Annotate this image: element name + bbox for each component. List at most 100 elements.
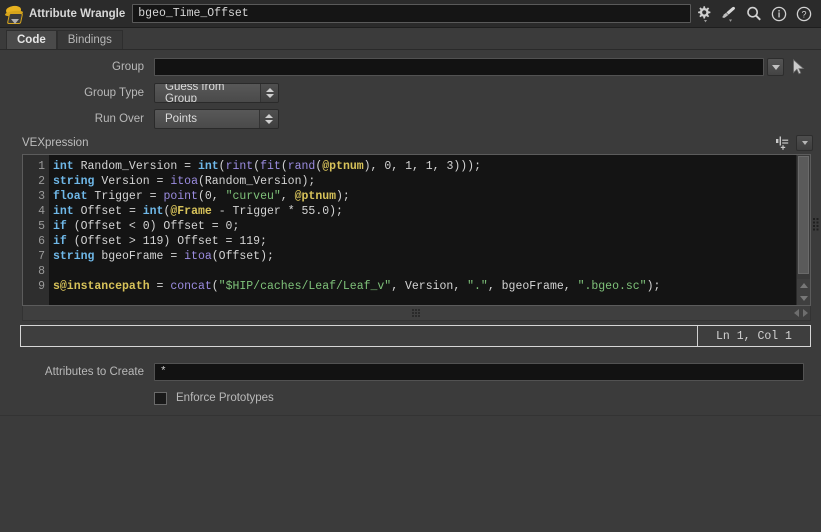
status-message [21, 326, 697, 346]
code-token: int [142, 205, 164, 218]
wrangle-node-icon [4, 4, 25, 24]
scroll-left-arrow-icon[interactable] [794, 309, 799, 317]
code-token: = [184, 160, 198, 173]
code-token: = [149, 280, 171, 293]
code-token: rint [225, 160, 254, 173]
group-row: Group [0, 56, 821, 78]
tab-bindings[interactable]: Bindings [56, 30, 123, 49]
enforce-prototypes-checkbox[interactable] [154, 391, 167, 405]
help-icon[interactable]: ? [795, 5, 813, 23]
line-number: 9 [38, 280, 45, 293]
code-line[interactable]: string Version = itoa(Random_Version); [53, 174, 796, 189]
gear-icon[interactable] [695, 5, 713, 23]
code-token: ( [211, 280, 219, 293]
attributes-to-create-label: Attributes to Create [44, 366, 144, 378]
code-token: Offset [73, 205, 129, 218]
group-label: Group [112, 61, 144, 73]
code-line[interactable]: s@instancepath = concat("$HIP/caches/Lea… [53, 279, 796, 294]
chevron-down-icon [801, 141, 808, 145]
line-number: 7 [38, 250, 45, 263]
line-number: 5 [38, 220, 45, 233]
run-over-label: Run Over [94, 113, 144, 125]
titlebar-icon-group: ? [695, 5, 821, 23]
run-over-stepper-icon[interactable] [259, 110, 278, 128]
vexpression-editor[interactable]: 123456789 int Random_Version = int(rint(… [22, 154, 819, 306]
line-number: 2 [38, 175, 45, 188]
code-token: (Offset); [211, 250, 274, 263]
paintbrush-icon[interactable] [720, 5, 738, 23]
group-input[interactable] [154, 58, 764, 76]
editor-line-numbers: 1 2 3 4 5 6 7 8 9 [23, 155, 49, 305]
code-token: "." [467, 280, 488, 293]
code-token: rand [287, 160, 316, 173]
code-token: int [53, 160, 74, 173]
code-token: string [53, 250, 95, 263]
scroll-right-arrow-icon[interactable] [803, 309, 808, 317]
code-token: if [53, 220, 67, 233]
line-number: 8 [38, 265, 45, 278]
group-type-stepper-icon[interactable] [260, 84, 278, 102]
code-token: itoa [170, 175, 198, 188]
vexpression-label: VEXpression [22, 137, 89, 149]
code-line[interactable] [53, 264, 796, 279]
scroll-up-arrow-icon[interactable] [797, 279, 810, 292]
attributes-to-create-input[interactable]: * [154, 363, 804, 381]
code-token: concat [170, 280, 212, 293]
code-token: = [149, 190, 164, 203]
editor-statusbar: Ln 1, Col 1 [20, 325, 811, 347]
editor-code-area[interactable]: int Random_Version = int(rint(fit(rand(@… [49, 155, 796, 305]
panel-resize-grip[interactable] [813, 215, 821, 233]
code-token: fit [260, 160, 281, 173]
cursor-position-indicator: Ln 1, Col 1 [697, 326, 810, 346]
code-line[interactable]: float Trigger = point(0, "curveu", @ptnu… [53, 189, 796, 204]
code-token: ), 0, 1, 1, 3))); [363, 160, 481, 173]
code-token: - Trigger * 55.0); [211, 205, 343, 218]
code-token: @Frame [170, 205, 212, 218]
code-token: bgeoFrame [94, 250, 171, 263]
editor-vertical-scrollbar[interactable] [796, 155, 810, 305]
node-name-input[interactable]: bgeo_Time_Offset [132, 4, 691, 23]
parameter-panel: Group Group Type Guess from Group Run Ov… [0, 50, 821, 130]
enforce-prototypes-label: Enforce Prototypes [176, 392, 274, 404]
code-token: int [53, 205, 74, 218]
line-number: 4 [38, 205, 45, 218]
code-token: (0, [197, 190, 226, 203]
line-number: 6 [38, 235, 45, 248]
code-token: ".bgeo.sc" [577, 280, 647, 293]
tab-code[interactable]: Code [6, 30, 57, 49]
code-line[interactable]: int Random_Version = int(rint(fit(rand(@… [53, 159, 796, 174]
code-token: , Version, [391, 280, 468, 293]
group-type-value: Guess from Group [155, 84, 261, 102]
code-token: @ptnum [322, 160, 364, 173]
code-line[interactable]: string bgeoFrame = itoa(Offset); [53, 249, 796, 264]
search-icon[interactable] [745, 5, 763, 23]
group-dropdown-button[interactable] [767, 58, 784, 76]
pointer-arrow-icon[interactable] [792, 58, 806, 75]
code-token: , bgeoFrame, [487, 280, 578, 293]
vertical-scroll-thumb[interactable] [798, 156, 809, 274]
horizontal-scroll-grip[interactable] [411, 308, 422, 318]
code-line[interactable]: int Offset = int(@Frame - Trigger * 55.0… [53, 204, 796, 219]
code-token: ( [280, 160, 288, 173]
code-token: Version [94, 175, 157, 188]
code-token: point [163, 190, 198, 203]
code-token: = [170, 250, 185, 263]
channel-keyframe-icon[interactable] [775, 135, 791, 151]
editor-horizontal-scrollbar[interactable] [22, 306, 811, 321]
attributes-to-create-value: * [160, 366, 167, 378]
chevron-down-icon [771, 64, 780, 70]
code-line[interactable]: if (Offset < 0) Offset = 0; [53, 219, 796, 234]
vexpression-menu-button[interactable] [796, 135, 813, 151]
group-type-select[interactable]: Guess from Group [154, 83, 279, 103]
code-token: ( [218, 160, 226, 173]
vexpression-header: VEXpression [0, 134, 821, 152]
group-type-row: Group Type Guess from Group [0, 82, 821, 104]
code-token: Trigger [87, 190, 150, 203]
info-icon[interactable] [770, 5, 788, 23]
code-token: = [156, 175, 171, 188]
run-over-select[interactable]: Points [154, 109, 279, 129]
code-token: itoa [184, 250, 212, 263]
code-line[interactable]: if (Offset > 119) Offset = 119; [53, 234, 796, 249]
empty-panel-area [0, 415, 821, 532]
scroll-down-arrow-icon[interactable] [797, 292, 810, 305]
